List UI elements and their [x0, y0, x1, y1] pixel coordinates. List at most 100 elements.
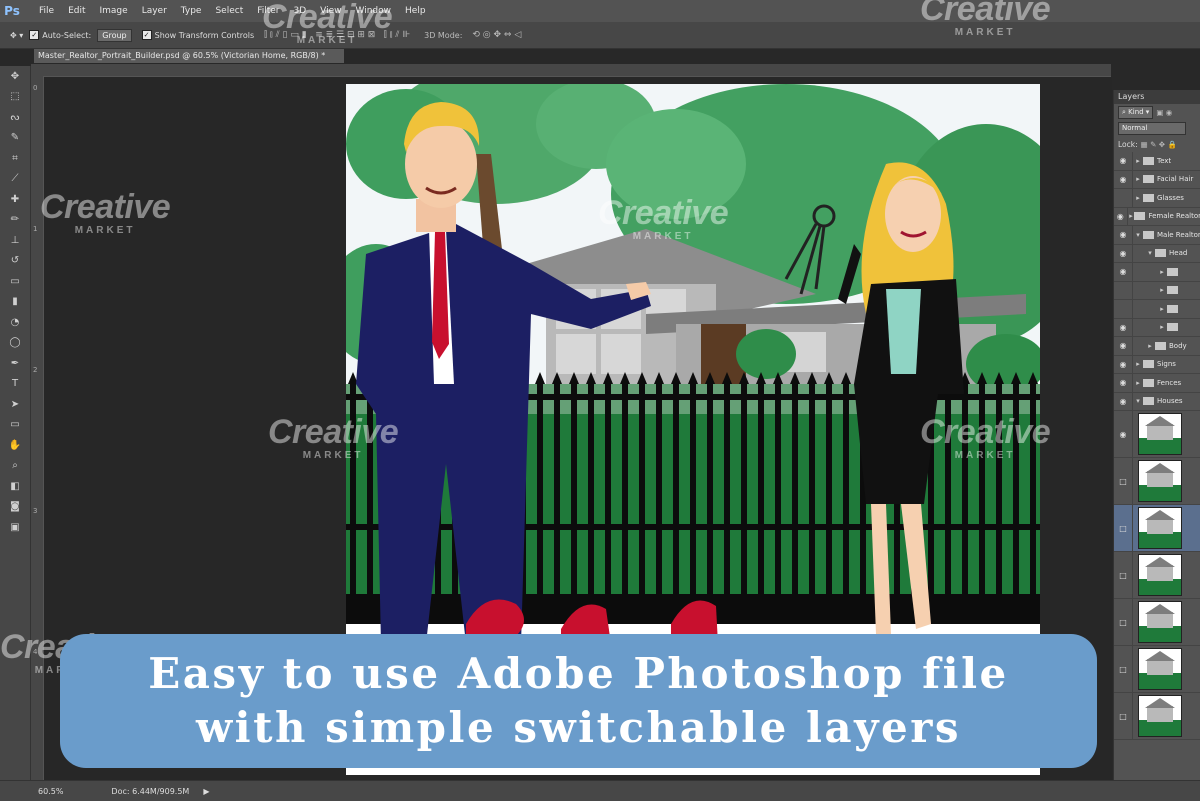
visibility-eye-icon[interactable]: ◉ — [1114, 152, 1133, 170]
layer-row[interactable]: ◉ ▸ Body — [1114, 337, 1200, 356]
menu-view[interactable]: View — [313, 6, 348, 16]
menu-image[interactable]: Image — [93, 6, 135, 16]
layer-row[interactable]: ◉ ▸ Fences — [1114, 374, 1200, 393]
blend-mode-dropdown[interactable]: Normal — [1118, 121, 1186, 135]
house-layer-row[interactable]: □ — [1114, 646, 1200, 693]
type-tool-icon[interactable]: T — [0, 374, 30, 395]
document-tab[interactable]: Master_Realtor_Portrait_Builder.psd @ 60… — [34, 49, 344, 63]
lasso-tool-icon[interactable]: ᔓ — [0, 107, 30, 128]
blur-tool-icon[interactable]: ◔ — [0, 312, 30, 333]
dodge-tool-icon[interactable]: ◯ — [0, 333, 30, 354]
marquee-tool-icon[interactable]: ⬚ — [0, 87, 30, 108]
visibility-eye-icon[interactable]: □ — [1114, 505, 1133, 551]
visibility-eye-icon[interactable] — [1114, 281, 1133, 299]
collapse-triangle-icon[interactable]: ▸ — [1128, 212, 1135, 220]
status-arrow-icon[interactable]: ▶ — [203, 787, 209, 796]
move-tool-icon[interactable]: ✥ — [0, 66, 30, 87]
visibility-eye-icon[interactable]: □ — [1114, 646, 1133, 692]
clone-stamp-icon[interactable]: ⊥ — [0, 230, 30, 251]
healing-brush-icon[interactable]: ✚ — [0, 189, 30, 210]
layer-row[interactable]: ◉ ▾ Houses — [1114, 392, 1200, 411]
house-layer-row[interactable]: □ — [1114, 552, 1200, 599]
filter-icons[interactable]: ▣ ◉ — [1156, 108, 1172, 117]
visibility-eye-icon[interactable]: ◉ — [1114, 244, 1133, 262]
house-layer-row[interactable]: □ — [1114, 458, 1200, 505]
layers-tab[interactable]: Layers — [1114, 90, 1200, 104]
visibility-eye-icon[interactable]: ◉ — [1114, 392, 1133, 410]
visibility-eye-icon[interactable]: □ — [1114, 458, 1133, 504]
collapse-triangle-icon[interactable]: ▸ — [1157, 323, 1167, 331]
gradient-tool-icon[interactable]: ▮ — [0, 292, 30, 313]
house-layer-row[interactable]: □ — [1114, 599, 1200, 646]
layer-row[interactable]: ◉ ▸ Text — [1114, 152, 1200, 171]
menu-edit[interactable]: Edit — [61, 6, 92, 16]
visibility-eye-icon[interactable]: ◉ — [1114, 374, 1133, 392]
visibility-eye-icon[interactable] — [1114, 189, 1133, 207]
visibility-eye-icon[interactable]: ◉ — [1114, 318, 1133, 336]
shape-tool-icon[interactable]: ▭ — [0, 415, 30, 436]
show-transform-option[interactable]: ✓ Show Transform Controls — [141, 30, 254, 40]
collapse-triangle-icon[interactable]: ▸ — [1157, 286, 1167, 294]
menu-filter[interactable]: Filter — [250, 6, 286, 16]
brush-tool-icon[interactable]: ✏ — [0, 210, 30, 231]
menu-window[interactable]: Window — [349, 6, 399, 16]
layer-row[interactable]: ▸ Glasses — [1114, 189, 1200, 208]
color-swatches-icon[interactable]: ◧ — [0, 476, 30, 497]
collapse-triangle-icon[interactable]: ▸ — [1157, 268, 1167, 276]
visibility-eye-icon[interactable]: ◉ — [1114, 337, 1133, 355]
collapse-triangle-icon[interactable]: ▸ — [1145, 342, 1155, 350]
visibility-eye-icon[interactable]: ◉ — [1114, 355, 1133, 373]
lock-icons[interactable]: ▦ ✎ ✥ 🔒 — [1141, 140, 1177, 149]
zoom-tool-icon[interactable]: ⌕ — [0, 456, 30, 477]
path-select-icon[interactable]: ➤ — [0, 394, 30, 415]
expand-triangle-icon[interactable]: ▾ — [1145, 249, 1155, 257]
menu-3d[interactable]: 3D — [287, 6, 314, 16]
auto-select-dropdown[interactable]: Group — [97, 28, 132, 42]
move-tool-icon[interactable]: ✥ ▾ — [10, 31, 23, 40]
visibility-eye-icon[interactable]: ◉ — [1114, 207, 1128, 225]
crop-tool-icon[interactable]: ⌗ — [0, 148, 30, 169]
quick-mask-icon[interactable]: ◙ — [0, 497, 30, 518]
collapse-triangle-icon[interactable]: ▸ — [1133, 194, 1143, 202]
collapse-triangle-icon[interactable]: ▸ — [1133, 175, 1143, 183]
history-brush-icon[interactable]: ↺ — [0, 251, 30, 272]
layer-row[interactable]: ▸ — [1114, 300, 1200, 319]
menu-layer[interactable]: Layer — [135, 6, 174, 16]
collapse-triangle-icon[interactable]: ▸ — [1133, 379, 1143, 387]
collapse-triangle-icon[interactable]: ▸ — [1133, 360, 1143, 368]
visibility-eye-icon[interactable]: □ — [1114, 599, 1133, 645]
screen-mode-icon[interactable]: ▣ — [0, 517, 30, 538]
house-layer-row[interactable]: □ — [1114, 505, 1200, 552]
layer-row[interactable]: ▸ — [1114, 281, 1200, 300]
visibility-eye-icon[interactable]: ◉ — [1114, 170, 1133, 188]
visibility-eye-icon[interactable]: ◉ — [1114, 411, 1133, 457]
expand-triangle-icon[interactable]: ▾ — [1133, 397, 1143, 405]
house-layer-row[interactable]: ◉ — [1114, 411, 1200, 458]
visibility-eye-icon[interactable]: ◉ — [1114, 226, 1133, 244]
visibility-eye-icon[interactable]: □ — [1114, 693, 1133, 739]
layer-row[interactable]: ◉ ▾ Male Realtor — [1114, 226, 1200, 245]
house-layer-row[interactable]: □ — [1114, 693, 1200, 740]
mode-3d-icons[interactable]: ⟲ ◎ ✥ ⇔ ◁ — [472, 30, 521, 40]
menu-file[interactable]: File — [32, 6, 61, 16]
menu-help[interactable]: Help — [398, 6, 433, 16]
collapse-triangle-icon[interactable]: ▸ — [1157, 305, 1167, 313]
layer-row[interactable]: ◉ ▸ — [1114, 318, 1200, 337]
collapse-triangle-icon[interactable]: ▸ — [1133, 157, 1143, 165]
expand-triangle-icon[interactable]: ▾ — [1133, 231, 1143, 239]
visibility-eye-icon[interactable]: □ — [1114, 552, 1133, 598]
layer-row[interactable]: ◉ ▾ Head — [1114, 244, 1200, 263]
visibility-eye-icon[interactable]: ◉ — [1114, 263, 1133, 281]
eyedropper-tool-icon[interactable]: ⟋ — [0, 169, 30, 190]
eraser-tool-icon[interactable]: ▭ — [0, 271, 30, 292]
menu-type[interactable]: Type — [174, 6, 209, 16]
kind-filter[interactable]: ⌕ Kind ▾ — [1118, 105, 1154, 119]
quick-select-tool-icon[interactable]: ✎ — [0, 128, 30, 149]
layer-row[interactable]: ◉ ▸ Signs — [1114, 355, 1200, 374]
align-icons[interactable]: ⫿ ⫾ ⫽ ▯ ▭ ▮ ≡ ≣ ☰ ⊟ ⊞ ⊠ ⫿ ⫾ ⫽ ⊪ — [264, 30, 410, 40]
auto-select-option[interactable]: ✓ Auto-Select: — [29, 30, 91, 40]
layer-row[interactable]: ◉ ▸ Female Realtor — [1114, 207, 1200, 226]
layer-row[interactable]: ◉ ▸ Facial Hair — [1114, 170, 1200, 189]
menu-select[interactable]: Select — [208, 6, 250, 16]
layer-row[interactable]: ◉ ▸ — [1114, 263, 1200, 282]
